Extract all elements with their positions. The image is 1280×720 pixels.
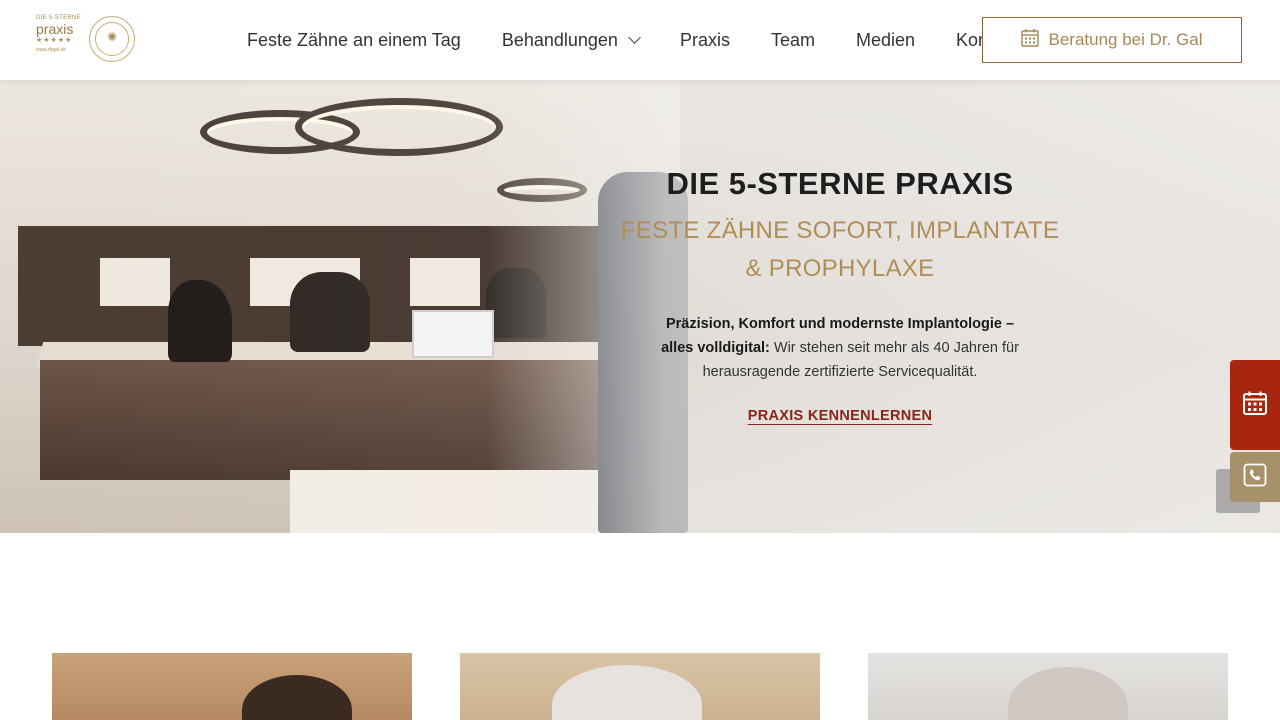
calendar-icon <box>1021 28 1040 52</box>
team-member-photo <box>552 665 702 720</box>
team-member-photo <box>242 675 352 720</box>
hero-subtitle-line1: FESTE ZÄHNE SOFORT, IMPLANTATE <box>620 217 1060 244</box>
logo[interactable]: DIE 5-STERNE praxis ★★★★★ www.drgal.de ✺ <box>36 14 138 66</box>
site-header: DIE 5-STERNE praxis ★★★★★ www.drgal.de ✺… <box>0 0 1280 80</box>
consultation-button-label: Beratung bei Dr. Gal <box>1048 30 1203 49</box>
main-nav: Feste Zähne an einem Tag Behandlungen Pr… <box>247 0 1017 80</box>
nav-item-behandlungen-label: Behandlungen <box>501 29 618 50</box>
hero-description: Präzision, Komfort und modernste Implant… <box>620 312 1060 384</box>
hero-title: DIE 5-STERNE PRAXIS <box>666 166 1014 201</box>
team-card-image[interactable] <box>460 653 820 720</box>
team-member-photo <box>1008 667 1128 720</box>
chevron-down-icon <box>628 31 641 44</box>
nav-item-behandlungen[interactable]: Behandlungen <box>501 29 641 51</box>
calendar-icon <box>1242 390 1268 421</box>
consultation-button[interactable]: Beratung bei Dr. Gal <box>982 17 1242 63</box>
logo-wordmark: DIE 5-STERNE praxis ★★★★★ www.drgal.de <box>36 14 86 55</box>
hero-subtitle: FESTE ZÄHNE SOFORT, IMPLANTATE & PROPHYL… <box>620 212 1060 288</box>
nav-item-feste-zaehne[interactable]: Feste Zähne an einem Tag <box>247 30 461 51</box>
logo-name: praxis <box>36 21 74 37</box>
praxis-kennenlernen-link[interactable]: PRAXIS KENNENLERNEN <box>748 408 933 424</box>
nav-item-praxis[interactable]: Praxis <box>680 30 730 51</box>
hero-subtitle-line2: & PROPHYLAXE <box>745 255 935 282</box>
hero-section: DIE 5-STERNE PRAXIS FESTE ZÄHNE SOFORT, … <box>0 80 1280 533</box>
team-card-image[interactable] <box>868 653 1228 720</box>
nav-item-team[interactable]: Team <box>771 30 815 51</box>
hero-content: DIE 5-STERNE PRAXIS FESTE ZÄHNE SOFORT, … <box>620 160 1060 425</box>
side-phone-button[interactable] <box>1230 452 1280 502</box>
logo-stars: ★★★★★ <box>36 37 73 44</box>
team-card-image[interactable] <box>52 653 412 720</box>
side-appointment-button[interactable] <box>1230 360 1280 450</box>
logo-url: www.drgal.de <box>36 47 67 53</box>
seal-icon: ✺ <box>89 16 135 62</box>
phone-icon <box>1243 463 1267 492</box>
nav-item-medien[interactable]: Medien <box>856 30 915 51</box>
